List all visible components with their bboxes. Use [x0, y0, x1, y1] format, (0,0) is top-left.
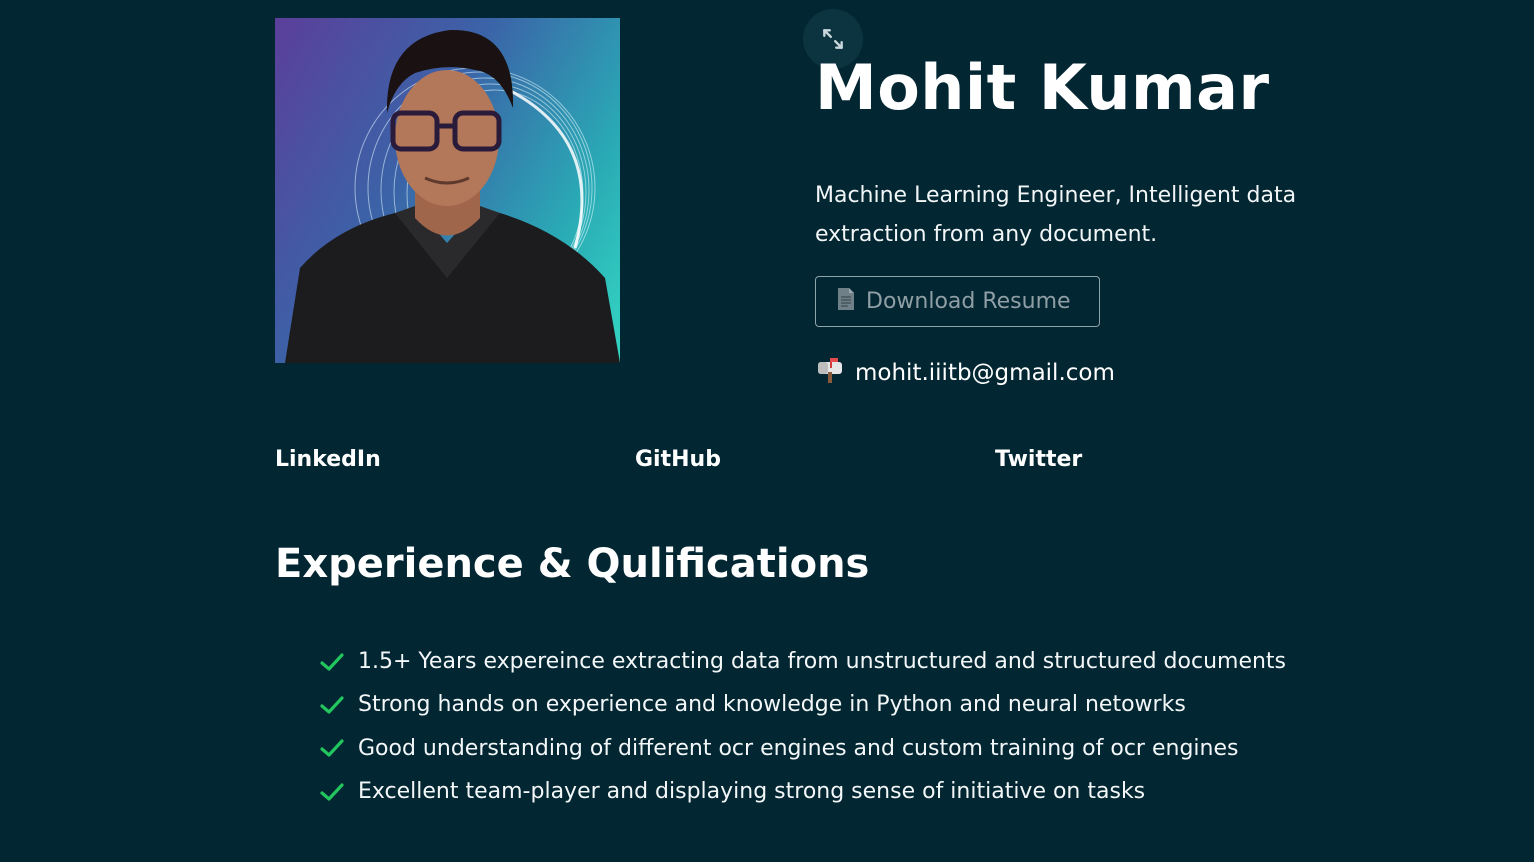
profile-name: Mohit Kumar [815, 51, 1270, 124]
download-resume-label: Download Resume [866, 289, 1071, 314]
list-item: Good understanding of different ocr engi… [320, 727, 1286, 770]
check-icon [320, 782, 346, 802]
list-item: 1.5+ Years expereince extracting data fr… [320, 640, 1286, 683]
qualifications-list: 1.5+ Years expereince extracting data fr… [320, 640, 1286, 813]
check-icon [320, 652, 346, 672]
list-item: Excellent team-player and displaying str… [320, 770, 1286, 813]
list-item-text: Good understanding of different ocr engi… [358, 735, 1239, 761]
list-item-text: Excellent team-player and displaying str… [358, 779, 1146, 805]
mailbox-icon [815, 356, 845, 390]
list-item: Strong hands on experience and knowledge… [320, 683, 1286, 726]
list-item-text: 1.5+ Years expereince extracting data fr… [358, 649, 1287, 675]
portfolio-page: Mohit Kumar Machine Learning Engineer, I… [0, 0, 1534, 862]
email-row: mohit.iiitb@gmail.com [815, 353, 1115, 393]
check-icon [320, 695, 346, 715]
twitter-link[interactable]: Twitter [995, 442, 1082, 478]
github-link[interactable]: GitHub [635, 442, 721, 478]
check-icon [320, 738, 346, 758]
document-icon [836, 287, 856, 317]
email-address[interactable]: mohit.iiitb@gmail.com [855, 360, 1115, 386]
list-item-text: Strong hands on experience and knowledge… [358, 692, 1186, 718]
qualifications-title: Experience & Qulifications [275, 541, 870, 587]
linkedin-link[interactable]: LinkedIn [275, 442, 381, 478]
download-resume-button[interactable]: Download Resume [815, 276, 1100, 327]
profile-photo [275, 18, 620, 363]
profile-subtitle: Machine Learning Engineer, Intelligent d… [815, 183, 1297, 247]
